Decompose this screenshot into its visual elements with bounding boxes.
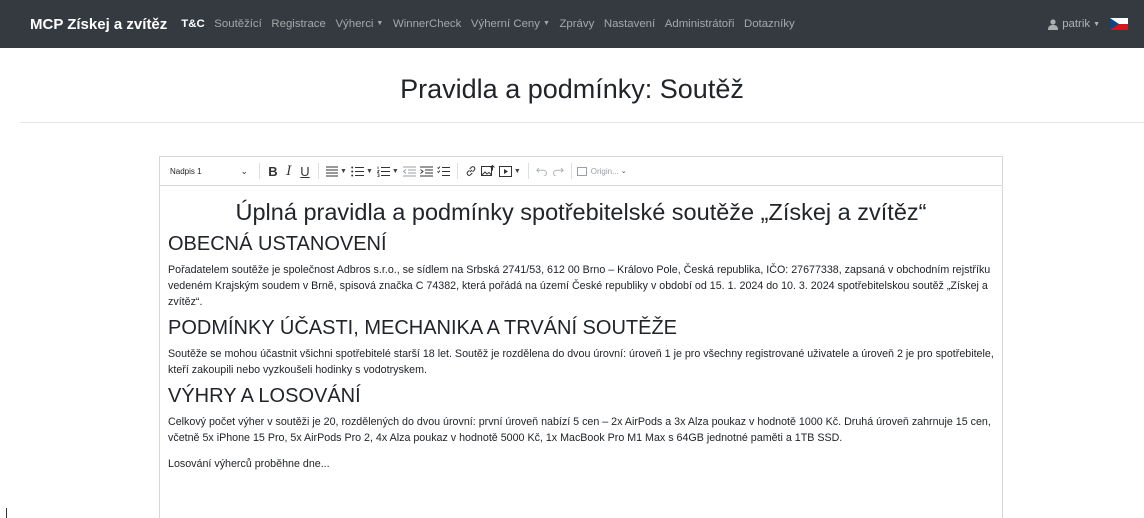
- align-button[interactable]: ▼: [324, 161, 349, 181]
- caret-down-icon: ▼: [1093, 20, 1100, 28]
- heading-select-value: Nadpis 1: [170, 166, 202, 176]
- toolbar-separator: [318, 163, 319, 179]
- todo-list-button[interactable]: [435, 161, 452, 181]
- toolbar-separator: [527, 163, 529, 179]
- nav-item-administratori[interactable]: Administrátoři: [665, 18, 735, 30]
- source-label: Origin...: [590, 166, 619, 176]
- user-icon: [1048, 18, 1059, 30]
- bulleted-list-button[interactable]: ▼: [349, 161, 375, 181]
- source-editing-button[interactable]: Origin... ⌄: [576, 166, 627, 176]
- page-title: Pravidla a podmínky: Soutěž: [400, 74, 744, 104]
- top-navbar: MCP Získej a zvítěz T&C Soutěžící Regist…: [0, 0, 1144, 48]
- user-menu[interactable]: patrik ▼: [1048, 18, 1100, 30]
- chevron-down-icon: ⌄: [240, 165, 248, 176]
- toolbar-separator: [570, 163, 572, 179]
- redo-button[interactable]: [550, 161, 566, 181]
- media-embed-button[interactable]: ▼: [497, 161, 523, 181]
- section-heading: PODMÍNKY ÚČASTI, MECHANIKA A TRVÁNÍ SOUT…: [168, 317, 678, 339]
- section-paragraph-partial: Losování výherců proběhne dne...: [168, 458, 330, 470]
- underline-button[interactable]: U: [297, 161, 313, 181]
- indent-button[interactable]: [418, 161, 435, 181]
- undo-icon: [535, 167, 547, 176]
- nav-item-tc[interactable]: T&C: [181, 18, 204, 30]
- nav-item-registrace[interactable]: Registrace: [271, 18, 325, 30]
- title-divider: [20, 122, 1144, 123]
- brand-link[interactable]: MCP Získej a zvítěz: [30, 16, 167, 33]
- chevron-down-icon: ▼: [513, 167, 521, 175]
- nav-item-nastaveni[interactable]: Nastavení: [604, 18, 655, 30]
- link-button[interactable]: [463, 161, 479, 181]
- section-paragraph: Pořadatelem soutěže je společnost Adbros…: [168, 264, 991, 308]
- insert-image-button[interactable]: [479, 161, 497, 181]
- nav-item-winnercheck[interactable]: WinnerCheck: [393, 18, 461, 30]
- media-embed-icon: [498, 165, 512, 177]
- caret-down-icon: ▼: [376, 20, 384, 28]
- redo-icon: [552, 167, 564, 176]
- editor-toolbar: Nadpis 1 ⌄ B I U ▼ ▼ ▼ ▼ Origin... ⌄: [160, 157, 1002, 186]
- cz-flag-icon[interactable]: [1110, 18, 1128, 30]
- rich-text-editor: Nadpis 1 ⌄ B I U ▼ ▼ ▼ ▼ Origin... ⌄ Úpl…: [159, 156, 1003, 518]
- link-icon: [466, 166, 476, 176]
- nav-item-soutezici[interactable]: Soutěžící: [214, 18, 262, 30]
- caret-down-icon: ▼: [542, 20, 550, 28]
- italic-button[interactable]: I: [281, 161, 297, 181]
- chevron-down-icon: ⌄: [620, 168, 627, 175]
- section-paragraph: Soutěže se mohou účastnit všichni spotře…: [168, 348, 994, 376]
- heading-select[interactable]: Nadpis 1 ⌄: [170, 166, 248, 177]
- section-heading: VÝHRY A LOSOVÁNÍ: [168, 385, 361, 407]
- page-edge-marker: [6, 508, 7, 518]
- align-icon: [326, 165, 338, 177]
- chevron-down-icon: ▼: [391, 167, 399, 175]
- section-heading: OBECNÁ USTANOVENÍ: [168, 233, 387, 255]
- chevron-down-icon: ▼: [340, 167, 347, 175]
- nav-menu: T&C Soutěžící Registrace Výherci ▼ Winner…: [181, 18, 804, 30]
- navbar-right: patrik ▼: [1048, 0, 1128, 48]
- section-paragraph: Celkový počet výher v soutěži je 20, roz…: [168, 416, 991, 444]
- source-icon: [576, 166, 587, 176]
- nav-item-zpravy[interactable]: Zprávy: [559, 18, 594, 30]
- outdent-button[interactable]: [401, 161, 418, 181]
- nav-item-dotazniky[interactable]: Dotazníky: [744, 18, 795, 30]
- nav-item-vyherci-label: Výherci: [335, 18, 374, 30]
- numbered-list-button[interactable]: ▼: [375, 161, 401, 181]
- user-name: patrik: [1062, 18, 1091, 30]
- toolbar-separator: [259, 163, 260, 179]
- nav-item-vyherci[interactable]: Výherci ▼: [335, 18, 383, 30]
- undo-button[interactable]: [534, 161, 550, 181]
- toolbar-separator: [456, 163, 458, 179]
- outdent-icon: [402, 165, 416, 177]
- numbered-list-icon: [376, 166, 390, 177]
- nav-item-vyherni-ceny-label: Výherní Ceny: [470, 18, 540, 30]
- bulleted-list-icon: [351, 166, 364, 176]
- bold-button[interactable]: B: [265, 161, 281, 181]
- editor-content[interactable]: Úplná pravidla a podmínky spotřebitelské…: [160, 198, 1002, 472]
- document-heading: Úplná pravidla a podmínky spotřebitelské…: [235, 199, 927, 225]
- nav-item-vyherni-ceny[interactable]: Výherní Ceny ▼: [471, 18, 550, 30]
- image-upload-icon: [480, 165, 495, 176]
- chevron-down-icon: ▼: [365, 167, 373, 175]
- indent-icon: [419, 165, 433, 177]
- todo-list-icon: [436, 165, 450, 176]
